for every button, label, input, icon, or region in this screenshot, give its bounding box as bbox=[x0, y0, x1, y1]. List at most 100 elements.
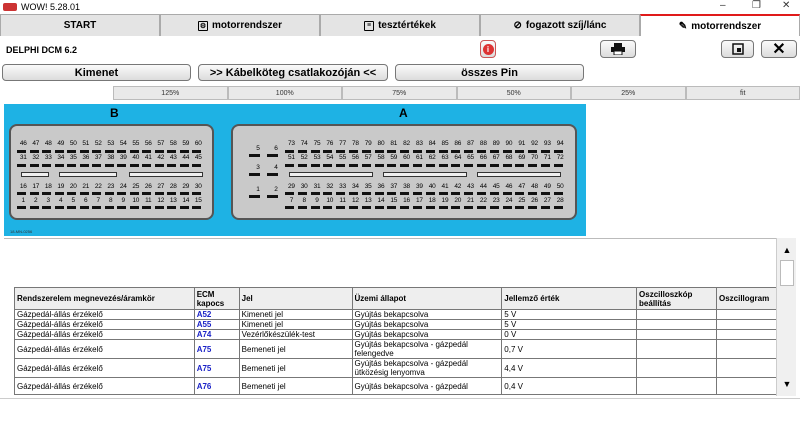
tab-motorrendszer-active[interactable]: ✎ motorrendszer bbox=[640, 14, 800, 36]
tab-start[interactable]: START bbox=[0, 14, 160, 36]
pin-label: 59 bbox=[390, 154, 398, 161]
pin-label: 16 bbox=[19, 183, 27, 190]
pin-label: 63 bbox=[441, 154, 449, 161]
pin-bar bbox=[54, 206, 64, 209]
tab-fogazott-szij[interactable]: ⊘ fogazott szíj/lánc bbox=[480, 14, 640, 36]
cell-ecm-terminal[interactable]: A52 bbox=[193, 309, 240, 320]
connector-diagram: B A 46 47 48 49 50 51 52 53 54 55 56 57 58 59 60 31 32 3… bbox=[4, 104, 586, 236]
pin-bar bbox=[104, 164, 114, 167]
scroll-thumb[interactable] bbox=[780, 260, 794, 286]
pin-bar bbox=[361, 192, 371, 195]
header-signal: Jel bbox=[238, 287, 353, 310]
zoom-75[interactable]: 75% bbox=[342, 86, 457, 100]
belt-icon: ⊘ bbox=[513, 20, 522, 31]
pin-label: 70 bbox=[531, 154, 538, 161]
output-button[interactable]: Kimenet bbox=[2, 64, 191, 81]
print-button[interactable] bbox=[600, 40, 636, 58]
connector-a-small-bars-3 bbox=[249, 195, 285, 198]
pin-label: 49 bbox=[57, 140, 65, 147]
cell-scope-setting bbox=[636, 319, 717, 330]
pin-label: 9 bbox=[121, 197, 126, 204]
zoom-fit[interactable]: fit bbox=[685, 86, 800, 100]
pin-label: 50 bbox=[556, 183, 564, 190]
pin-bar bbox=[179, 206, 189, 209]
pin-label: 64 bbox=[454, 154, 462, 161]
minimize-button[interactable]: – bbox=[720, 0, 726, 11]
table-row[interactable]: Gázpedál-állás érzékelő A75 Bemeneti jel Gy… bbox=[14, 339, 778, 359]
pin-label: 9 bbox=[315, 197, 319, 204]
pin-label: 58 bbox=[377, 154, 385, 161]
cell-oscillogram bbox=[715, 339, 778, 359]
zoom-125[interactable]: 125% bbox=[113, 86, 228, 100]
zoom-bar: 125% 100% 75% 50% 25% fit bbox=[0, 86, 800, 100]
window-close-button[interactable]: ✕ bbox=[782, 0, 790, 11]
table-row[interactable]: Gázpedál-állás érzékelő A52 Kimeneti jel Gy… bbox=[14, 309, 778, 320]
pin-label: 76 bbox=[326, 140, 334, 147]
zoom-100[interactable]: 100% bbox=[227, 86, 342, 100]
pin-bar bbox=[179, 192, 189, 195]
pin-bar bbox=[540, 206, 550, 209]
tab-tesztertekek[interactable]: ≡ tesztértékek bbox=[320, 14, 480, 36]
pin-bar bbox=[451, 192, 461, 195]
connector-a-row-1: 73 74 75 76 77 78 79 80 81 82 83 84 85 86 87 88 89 90 91 92… bbox=[285, 140, 567, 147]
connector-a-row-3: 29 30 31 32 33 34 35 36 37 38 39 40 41 42 43 44 45 46 47 48… bbox=[285, 183, 567, 190]
pin-label: 45 bbox=[194, 154, 202, 161]
connector-a-bars-4 bbox=[285, 206, 567, 209]
window-button[interactable] bbox=[721, 40, 754, 58]
connector-b-row-3: 16 17 18 19 20 21 22 23 24 25 26 27 28 29 30 bbox=[17, 183, 205, 190]
vertical-scrollbar[interactable]: ▲ ▼ bbox=[776, 238, 796, 396]
pin-label: 13 bbox=[169, 197, 177, 204]
info-button[interactable]: i bbox=[480, 40, 496, 58]
tab-motorrendszer[interactable]: ⚙ motorrendszer bbox=[160, 14, 320, 36]
pin-label: 56 bbox=[351, 154, 359, 161]
pin-bar bbox=[285, 164, 294, 167]
pin-bar bbox=[129, 150, 139, 153]
cell-condition: Gyújtás bekapcsolva - gázpedál felengedv… bbox=[351, 339, 503, 359]
header-component: Rendszerelem megnevezés/áramkör bbox=[14, 287, 195, 310]
pin-label: 6 bbox=[274, 145, 278, 152]
table-row[interactable]: Gázpedál-állás érzékelő A75 Bemeneti jel Gy… bbox=[14, 358, 778, 378]
cell-ecm-terminal[interactable]: A74 bbox=[193, 329, 240, 340]
pin-label: 39 bbox=[119, 154, 127, 161]
cell-component: Gázpedál-állás érzékelő bbox=[14, 377, 195, 395]
cell-ecm-terminal[interactable]: A55 bbox=[193, 319, 240, 330]
cell-component: Gázpedál-állás érzékelő bbox=[14, 358, 195, 378]
close-button[interactable]: ✕ bbox=[761, 40, 797, 58]
table-row[interactable]: Gázpedál-állás érzékelő A74 Vezérlőkészülé… bbox=[14, 329, 778, 340]
scroll-up-arrow-icon[interactable]: ▲ bbox=[777, 240, 797, 260]
pin-label: 58 bbox=[169, 140, 177, 147]
table-row[interactable]: Gázpedál-állás érzékelő A55 Kimeneti jel Gy… bbox=[14, 319, 778, 330]
harness-button[interactable]: >> Kábelköteg csatlakozóján << bbox=[198, 64, 388, 81]
pin-label: 31 bbox=[19, 154, 27, 161]
pin-label: 8 bbox=[109, 197, 113, 204]
pin-label: 29 bbox=[287, 183, 295, 190]
pin-label: 68 bbox=[505, 154, 513, 161]
pin-bar bbox=[17, 164, 26, 167]
pin-bar bbox=[117, 150, 126, 153]
scroll-down-arrow-icon[interactable]: ▼ bbox=[777, 374, 797, 394]
pin-bar bbox=[249, 195, 260, 198]
zoom-25[interactable]: 25% bbox=[571, 86, 686, 100]
all-pins-button[interactable]: összes Pin bbox=[395, 64, 584, 81]
pin-bar bbox=[92, 192, 101, 195]
cell-oscillogram bbox=[715, 358, 778, 378]
pin-bar bbox=[67, 192, 76, 195]
table-row[interactable]: Gázpedál-állás érzékelő A76 Bemeneti jel Gy… bbox=[14, 377, 778, 395]
cell-ecm-terminal[interactable]: A76 bbox=[193, 377, 240, 395]
pin-bar bbox=[451, 150, 461, 153]
pin-bar bbox=[142, 192, 151, 195]
pin-bar bbox=[374, 164, 384, 167]
pin-bar bbox=[67, 164, 76, 167]
title-bar: WOW! 5.28.01 – ❐ ✕ bbox=[0, 0, 800, 14]
cell-ecm-terminal[interactable]: A75 bbox=[193, 358, 240, 378]
pin-label: 52 bbox=[94, 140, 102, 147]
pin-label: 8 bbox=[302, 197, 306, 204]
pin-label: 56 bbox=[144, 140, 152, 147]
pin-bar bbox=[79, 206, 89, 209]
pin-bar bbox=[400, 192, 410, 195]
cell-signal: Bemeneti jel bbox=[238, 358, 353, 378]
zoom-50[interactable]: 50% bbox=[456, 86, 571, 100]
pin-bar bbox=[17, 150, 26, 153]
cell-ecm-terminal[interactable]: A75 bbox=[193, 339, 240, 359]
maximize-button[interactable]: ❐ bbox=[752, 0, 761, 11]
